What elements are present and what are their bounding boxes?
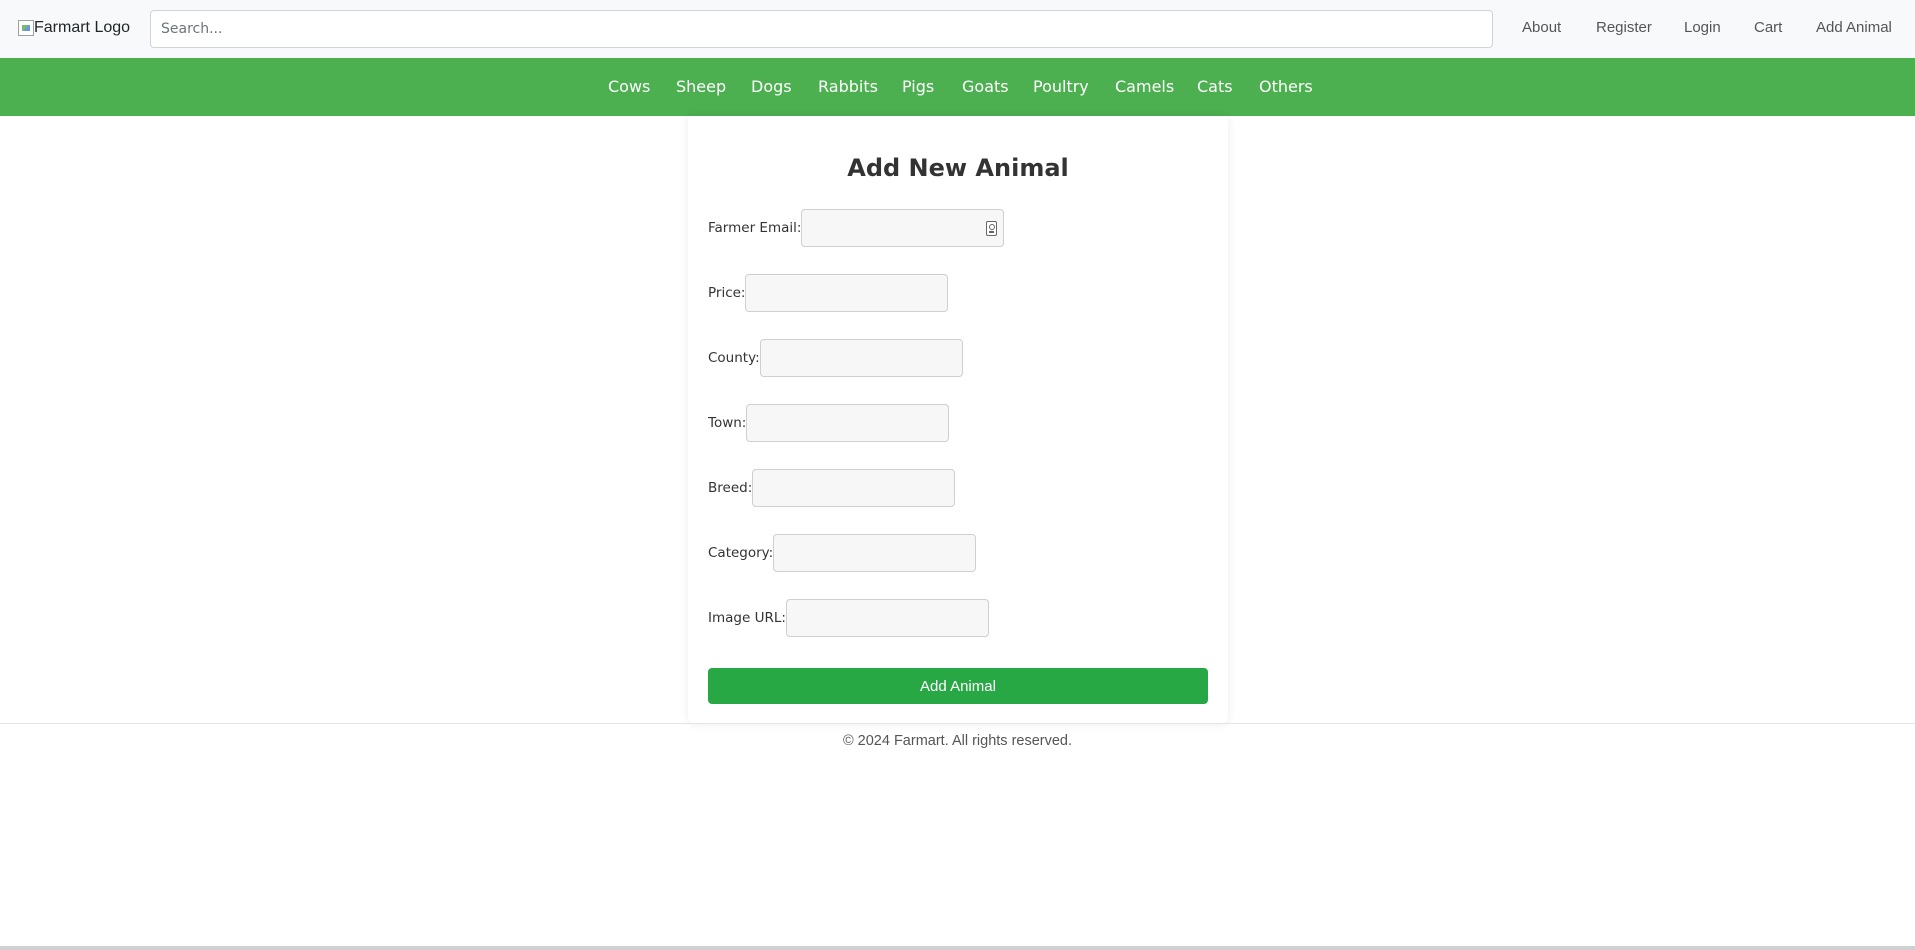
price-field[interactable] [746, 275, 948, 311]
image-url-row: Image URL: [708, 599, 989, 637]
category-camels[interactable]: Camels [1115, 77, 1174, 96]
town-label: Town: [708, 415, 747, 431]
category-field[interactable] [774, 535, 976, 571]
category-cats[interactable]: Cats [1197, 77, 1233, 96]
footer-text: © 2024 Farmart. All rights reserved. [842, 733, 1073, 749]
nav-cart[interactable]: Cart [1754, 19, 1782, 36]
nav-login[interactable]: Login [1684, 19, 1721, 36]
breed-row: Breed: [708, 469, 956, 507]
price-box [745, 274, 949, 312]
nav-about[interactable]: About [1522, 19, 1561, 36]
footer-divider [0, 723, 1915, 724]
category-pigs[interactable]: Pigs [902, 77, 934, 96]
form-title: Add New Animal [847, 154, 1069, 182]
category-bar: Cows Sheep Dogs Rabbits Pigs Goats Poult… [0, 58, 1915, 116]
top-header: Farmart Logo About Register Login Cart A… [0, 0, 1915, 58]
image-url-field[interactable] [786, 600, 988, 636]
category-dogs[interactable]: Dogs [751, 77, 792, 96]
category-sheep[interactable]: Sheep [676, 77, 726, 96]
category-goats[interactable]: Goats [962, 77, 1009, 96]
category-rabbits[interactable]: Rabbits [818, 77, 878, 96]
window-bottom-edge [0, 946, 1915, 950]
town-box [746, 404, 950, 442]
breed-box [752, 469, 956, 507]
search-input[interactable] [150, 10, 1493, 48]
category-poultry[interactable]: Poultry [1033, 77, 1089, 96]
farmer-email-row: Farmer Email: [708, 209, 1005, 247]
image-url-label: Image URL: [708, 610, 786, 626]
breed-field[interactable] [753, 470, 955, 506]
contact-card-icon[interactable] [986, 221, 998, 236]
category-label: Category: [708, 545, 774, 561]
farmer-email-field[interactable] [802, 210, 1004, 246]
logo[interactable]: Farmart Logo [18, 19, 130, 37]
town-row: Town: [708, 404, 950, 442]
breed-label: Breed: [708, 480, 753, 496]
farmer-email-label: Farmer Email: [708, 220, 802, 236]
image-url-box [785, 599, 989, 637]
add-animal-button[interactable]: Add Animal [708, 668, 1208, 704]
county-field[interactable] [760, 340, 962, 376]
category-box [773, 534, 977, 572]
farmer-email-box [801, 209, 1005, 247]
price-label: Price: [708, 285, 746, 301]
category-cows[interactable]: Cows [608, 77, 650, 96]
category-row: Category: [708, 534, 977, 572]
category-others[interactable]: Others [1259, 77, 1313, 96]
price-row: Price: [708, 274, 949, 312]
county-row: County: [708, 339, 963, 377]
broken-image-icon [18, 20, 34, 36]
logo-alt-text: Farmart Logo [34, 19, 131, 36]
nav-add-animal[interactable]: Add Animal [1816, 19, 1892, 36]
add-animal-card: Add New Animal Farmer Email: Price: Coun… [688, 116, 1228, 724]
county-box [759, 339, 963, 377]
nav-register[interactable]: Register [1596, 19, 1652, 36]
town-field[interactable] [747, 405, 949, 441]
county-label: County: [708, 350, 760, 366]
